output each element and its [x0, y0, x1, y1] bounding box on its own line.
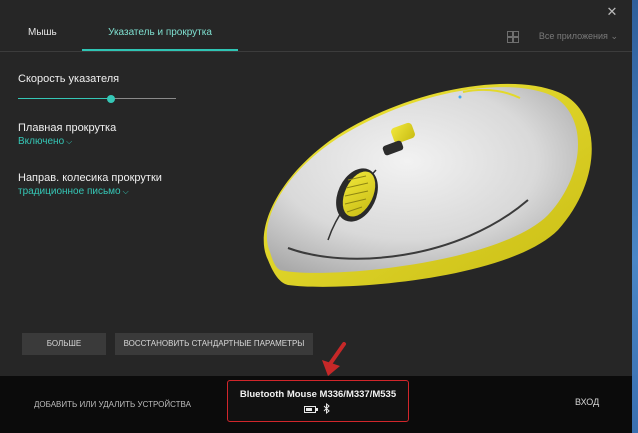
scroll-direction-value: традиционное письмо [18, 186, 121, 197]
more-button[interactable]: БОЛЬШЕ [22, 333, 106, 355]
tab-pointer-scroll[interactable]: Указатель и прокрутка [82, 24, 238, 50]
restore-defaults-button[interactable]: ВОССТАНОВИТЬ СТАНДАРТНЫЕ ПАРАМЕТРЫ [115, 333, 313, 355]
battery-level [306, 408, 312, 411]
smooth-scroll-value: Включено [18, 136, 65, 147]
pointer-speed-slider-fill [18, 98, 112, 99]
desktop-background [632, 0, 638, 433]
scroll-direction-label: Направ. колесика прокрутки [18, 172, 162, 184]
red-arrow-annotation [322, 342, 346, 376]
chevron-down-icon: ⌵ [122, 187, 129, 196]
pointer-speed-label: Скорость указателя [18, 73, 120, 85]
scroll-direction-dropdown[interactable]: традиционное письмо ⌵ [18, 186, 129, 197]
smooth-scroll-label: Плавная прокрутка [18, 122, 117, 134]
chevron-down-icon: ⌵ [66, 137, 73, 146]
device-card[interactable]: Bluetooth Mouse M336/M337/M535 [227, 380, 409, 422]
close-icon[interactable]: ✕ [604, 4, 620, 20]
battery-icon [304, 406, 318, 413]
tab-bar: Мышь Указатель и прокрутка [0, 24, 632, 50]
device-name: Bluetooth Mouse M336/M337/M535 [239, 389, 397, 400]
pointer-speed-slider-handle[interactable] [107, 95, 116, 103]
tab-divider [0, 51, 632, 52]
tab-mouse[interactable]: Мышь [28, 24, 57, 50]
chevron-down-icon: ⌄ [610, 31, 618, 41]
mouse-image [263, 83, 592, 287]
logitech-options-window: ✕ Мышь Указатель и прокрутка Все приложе… [0, 0, 632, 433]
grid-icon[interactable] [507, 31, 519, 43]
bluetooth-icon [323, 403, 330, 414]
login-button[interactable]: ВХОД [575, 397, 599, 407]
all-apps-label: Все приложения [538, 31, 608, 41]
add-remove-devices-link[interactable]: ДОБАВИТЬ ИЛИ УДАЛИТЬ УСТРОЙСТВА [34, 400, 191, 409]
all-apps-dropdown[interactable]: Все приложения ⌄ [539, 31, 618, 42]
smooth-scroll-dropdown[interactable]: Включено ⌵ [18, 136, 72, 147]
